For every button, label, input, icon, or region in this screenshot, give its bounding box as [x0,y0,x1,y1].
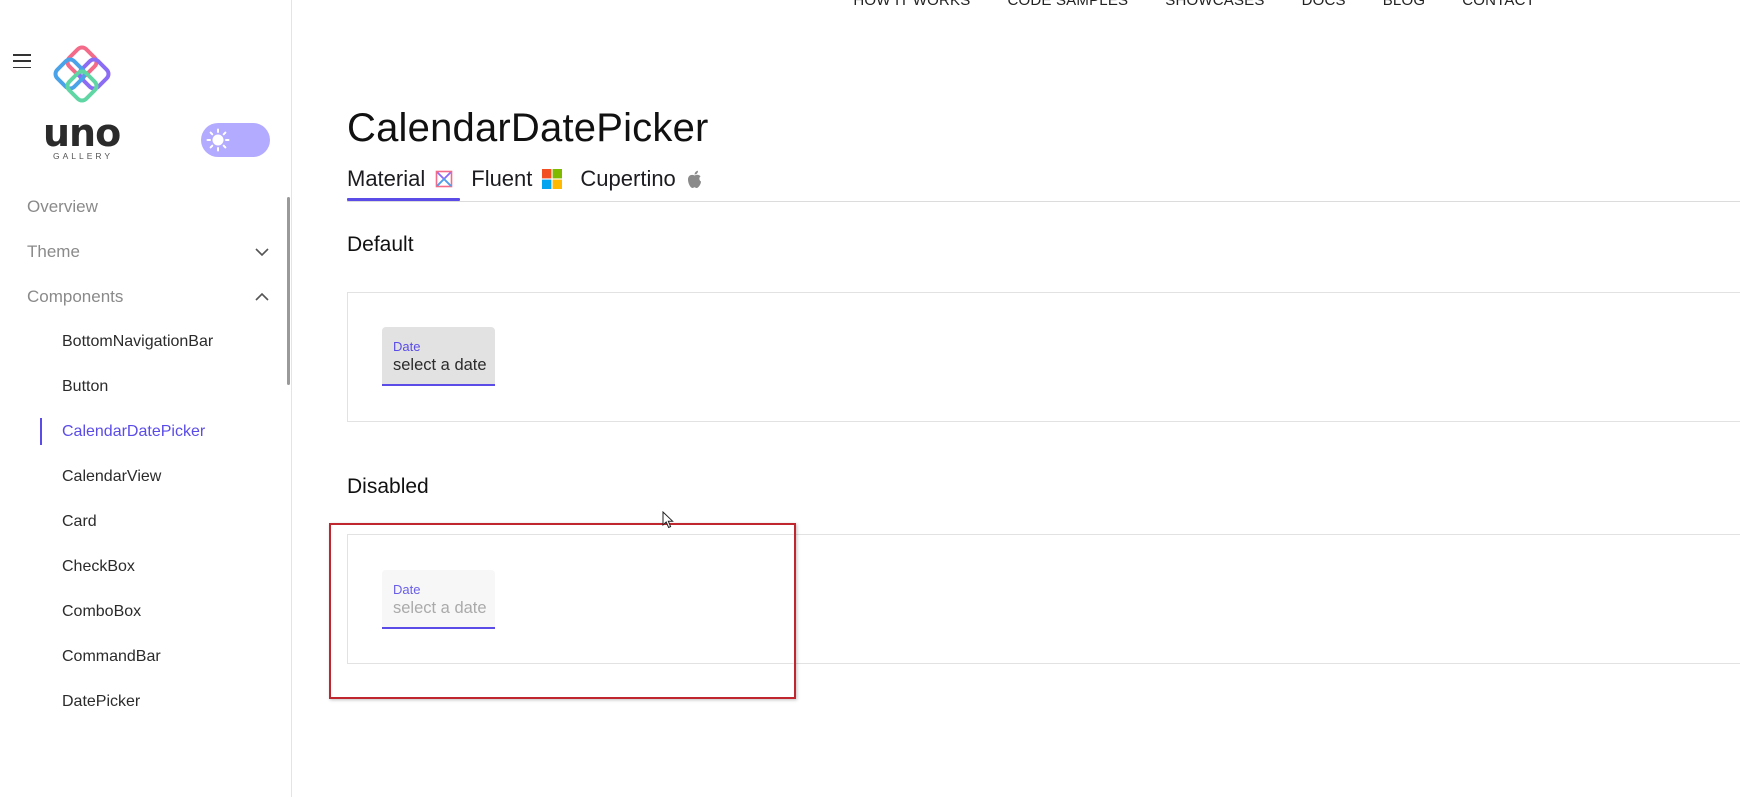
mouse-cursor-icon [662,511,674,529]
highlight-box [329,523,796,699]
date-field-label: Date [393,339,421,354]
tab-material[interactable]: Material [347,166,453,192]
sidebar-item-checkbox[interactable]: CheckBox [62,558,135,576]
section-title-default: Default [347,233,414,256]
sidebar-item-button[interactable]: Button [62,378,108,396]
sidebar-item-datepicker[interactable]: DatePicker [62,693,140,711]
sidebar-item-components[interactable]: Components [27,287,123,307]
nav-contact[interactable]: CONTACT [1462,0,1535,9]
active-indicator [40,418,42,445]
apple-icon [687,170,701,188]
section-title-disabled: Disabled [347,475,429,498]
sidebar-item-combobox[interactable]: ComboBox [62,603,141,621]
theme-toggle[interactable] [201,123,270,157]
tabs-divider [347,201,1740,202]
sidebar-scrollbar[interactable] [287,197,290,385]
chevron-up-icon[interactable] [254,292,270,302]
sidebar-item-bottomnavigationbar[interactable]: BottomNavigationBar [62,333,213,351]
sample-box-default [347,292,1740,422]
sidebar-item-overview[interactable]: Overview [27,197,98,217]
nav-how-it-works[interactable]: HOW IT WORKS [853,0,970,9]
hamburger-icon[interactable] [13,54,31,68]
top-nav: HOW IT WORKS CODE SAMPLES SHOWCASES DOCS… [853,0,1535,9]
sun-icon [204,126,232,154]
material-icon [435,170,453,188]
tab-cupertino-label: Cupertino [580,166,676,191]
tab-fluent[interactable]: Fluent [471,166,563,192]
sidebar: uno GALLERY Overview Theme Components Bo… [0,0,292,797]
sidebar-item-commandbar[interactable]: CommandBar [62,648,161,666]
chevron-down-icon[interactable] [254,247,270,257]
windows-icon [542,169,563,189]
nav-showcases[interactable]: SHOWCASES [1165,0,1264,9]
sidebar-item-calendarview[interactable]: CalendarView [62,468,161,486]
tab-fluent-label: Fluent [471,166,533,191]
tab-material-label: Material [347,166,426,191]
design-tabs: Material Fluent Cupertino [347,164,721,194]
tab-cupertino[interactable]: Cupertino [580,166,702,192]
sidebar-item-theme[interactable]: Theme [27,242,80,262]
logo-text: uno [43,111,121,155]
nav-blog[interactable]: BLOG [1383,0,1425,9]
sidebar-item-calendardatepicker[interactable]: CalendarDatePicker [62,423,205,441]
sidebar-item-card[interactable]: Card [62,513,97,531]
nav-code-samples[interactable]: CODE SAMPLES [1007,0,1128,9]
calendar-date-picker-default[interactable]: Date select a date [382,327,495,386]
nav-docs[interactable]: DOCS [1302,0,1346,9]
date-field-placeholder: select a date [393,356,487,374]
logo-subtext: GALLERY [53,151,114,161]
page-title: CalendarDatePicker [347,106,709,150]
